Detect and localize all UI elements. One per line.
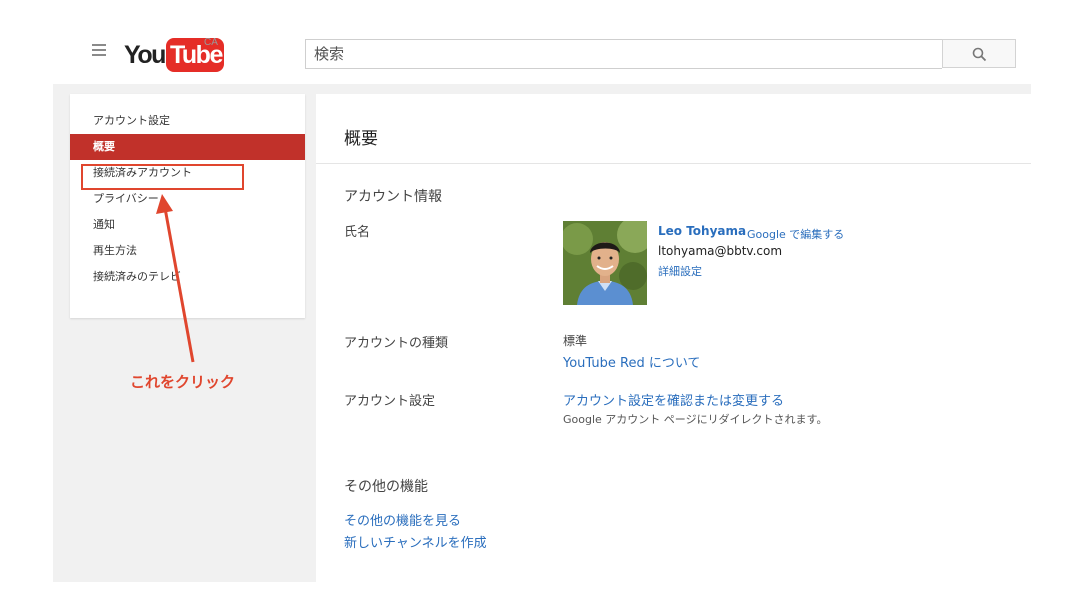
- create-channel-link[interactable]: 新しいチャンネルを作成: [344, 532, 487, 551]
- search-input[interactable]: [305, 39, 942, 69]
- user-email: ltohyama@bbtv.com: [658, 244, 783, 258]
- account-settings-link[interactable]: アカウント設定を確認または変更する: [563, 390, 784, 409]
- divider: [316, 163, 1031, 164]
- name-label: 氏名: [344, 225, 371, 240]
- sidebar-item-playback[interactable]: 再生方法: [70, 238, 305, 264]
- logo-you-text: You: [124, 41, 166, 69]
- profile-photo-icon: [563, 221, 647, 305]
- annotation-text: これをクリック: [130, 373, 236, 391]
- search-icon: [972, 47, 987, 62]
- annotation-highlight-box: [81, 164, 244, 190]
- user-name-link[interactable]: Leo Tohyama: [658, 224, 746, 238]
- sidebar-item-label: 接続済みのテレビ: [93, 270, 181, 283]
- other-features-heading: その他の機能: [344, 479, 428, 495]
- account-settings-label: アカウント設定: [344, 394, 436, 409]
- sidebar-item-label: 通知: [93, 218, 115, 231]
- youtube-red-link[interactable]: YouTube Red について: [563, 352, 700, 371]
- advanced-settings-link[interactable]: 詳細設定: [658, 263, 702, 279]
- logo-region: CA: [204, 37, 218, 48]
- sidebar-item-connected-tv[interactable]: 接続済みのテレビ: [70, 264, 305, 290]
- avatar: [563, 221, 647, 305]
- search-button[interactable]: [942, 39, 1016, 68]
- settings-sidebar: アカウント設定 概要 接続済みアカウント プライバシー 通知 再生方法 接続済み…: [70, 94, 305, 318]
- sidebar-item-label: プライバシー: [93, 192, 159, 205]
- sidebar-title: アカウント設定: [93, 114, 170, 127]
- main-panel: 概要 アカウント情報 氏名 Leo Tohyama Google で編集する l…: [316, 94, 1031, 582]
- edit-on-google-link[interactable]: Google で編集する: [747, 226, 844, 242]
- header: You Tube CA: [0, 0, 1084, 84]
- sidebar-item-label: 概要: [93, 140, 115, 153]
- sidebar-item-overview[interactable]: 概要: [70, 134, 305, 160]
- sidebar-item-notifications[interactable]: 通知: [70, 212, 305, 238]
- account-info-heading: アカウント情報: [344, 189, 442, 205]
- hamburger-menu-icon[interactable]: [92, 44, 106, 56]
- account-type-value: 標準: [563, 334, 588, 348]
- page-title: 概要: [344, 129, 378, 149]
- account-settings-note: Google アカウント ページにリダイレクトされます。: [563, 413, 828, 426]
- other-features-link[interactable]: その他の機能を見る: [344, 510, 461, 529]
- account-type-label: アカウントの種類: [344, 336, 449, 351]
- sidebar-item-label: 再生方法: [93, 244, 137, 257]
